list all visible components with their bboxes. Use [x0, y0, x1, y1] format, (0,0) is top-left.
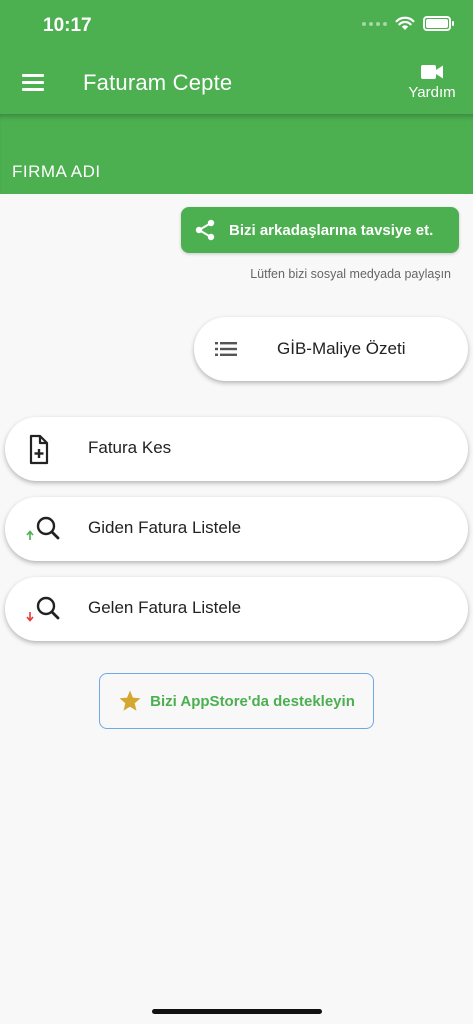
battery-icon — [423, 16, 454, 31]
status-time: 10:17 — [43, 15, 92, 36]
wifi-icon — [395, 16, 415, 30]
help-button[interactable]: Yardım — [405, 62, 459, 108]
appstore-support-button[interactable]: Bizi AppStore'da destekleyin — [99, 673, 374, 729]
list-incoming-invoices-label: Gelen Fatura Listele — [88, 598, 242, 617]
status-bar: 10:17 — [0, 0, 473, 52]
app-title: Faturam Cepte — [83, 70, 233, 95]
firm-bar: FIRMA ADI — [0, 114, 473, 194]
search-outgoing-icon — [26, 516, 60, 540]
firm-name: FIRMA ADI — [12, 162, 101, 181]
appstore-support-label: Bizi AppStore'da destekleyin — [150, 692, 355, 710]
star-icon — [119, 690, 141, 711]
share-icon — [195, 219, 215, 241]
search-incoming-icon — [26, 596, 60, 622]
add-document-icon — [29, 434, 49, 465]
app-bar: Faturam Cepte Yardım — [0, 52, 473, 114]
cellular-signal-icon — [362, 21, 387, 26]
hamburger-menu-icon[interactable] — [22, 74, 44, 92]
create-invoice-label: Fatura Kes — [88, 438, 172, 457]
list-incoming-invoices-button[interactable]: Gelen Fatura Listele — [5, 577, 468, 641]
gib-summary-label: GİB-Maliye Özeti — [277, 339, 406, 358]
help-label: Yardım — [408, 84, 456, 101]
create-invoice-button[interactable]: Fatura Kes — [5, 417, 468, 481]
list-outgoing-invoices-button[interactable]: Giden Fatura Listele — [5, 497, 468, 561]
home-indicator — [152, 1009, 322, 1014]
list-outgoing-invoices-label: Giden Fatura Listele — [88, 518, 242, 537]
video-camera-icon — [421, 65, 443, 79]
gib-summary-button[interactable]: GİB-Maliye Özeti — [194, 317, 468, 381]
list-icon — [215, 342, 237, 356]
status-icons — [362, 16, 454, 31]
share-label: Bizi arkadaşlarına tavsiye et. — [229, 221, 434, 239]
share-button[interactable]: Bizi arkadaşlarına tavsiye et. — [181, 207, 459, 253]
share-hint: Lütfen bizi sosyal medyada paylaşın — [250, 267, 451, 281]
